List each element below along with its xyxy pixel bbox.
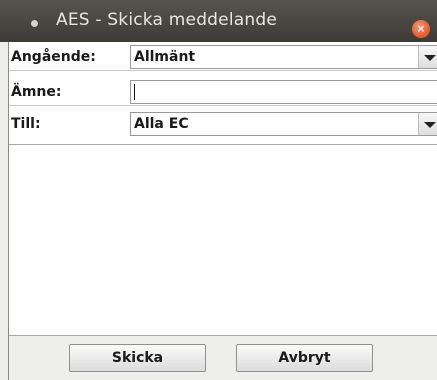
- window-title: AES - Skicka meddelande: [56, 10, 278, 30]
- send-button[interactable]: Skicka: [69, 344, 206, 372]
- row-divider: [9, 70, 437, 71]
- topic-input[interactable]: [130, 80, 437, 104]
- text-caret: [134, 84, 135, 100]
- subject-row: Angående: Allmänt: [9, 45, 437, 70]
- chevron-down-icon[interactable]: [418, 113, 437, 135]
- form-panel: Angående: Allmänt Ämne: Till: Alla EC Sk…: [8, 42, 437, 380]
- recipient-dropdown-value: Alla EC: [134, 116, 189, 132]
- close-icon[interactable]: ×: [412, 20, 430, 38]
- recipient-dropdown[interactable]: Alla EC: [130, 112, 437, 136]
- message-body-textarea[interactable]: [9, 144, 437, 336]
- subject-dropdown[interactable]: Allmänt: [130, 45, 437, 69]
- topic-label: Ämne:: [11, 84, 62, 100]
- cancel-button[interactable]: Avbryt: [236, 344, 373, 372]
- send-message-window: AES - Skicka meddelande × Angående: Allm…: [0, 0, 437, 380]
- chevron-down-icon[interactable]: [418, 46, 437, 68]
- to-row: Till: Alla EC: [9, 112, 437, 137]
- topic-row: Ämne:: [9, 80, 437, 105]
- subject-label: Angående:: [11, 49, 96, 65]
- button-bar: Skicka Avbryt: [9, 336, 437, 380]
- row-divider: [9, 105, 437, 106]
- window-menu-dot-icon[interactable]: [31, 20, 38, 27]
- subject-dropdown-value: Allmänt: [134, 49, 196, 65]
- to-label: Till:: [11, 116, 41, 132]
- title-bar[interactable]: AES - Skicka meddelande ×: [0, 0, 437, 42]
